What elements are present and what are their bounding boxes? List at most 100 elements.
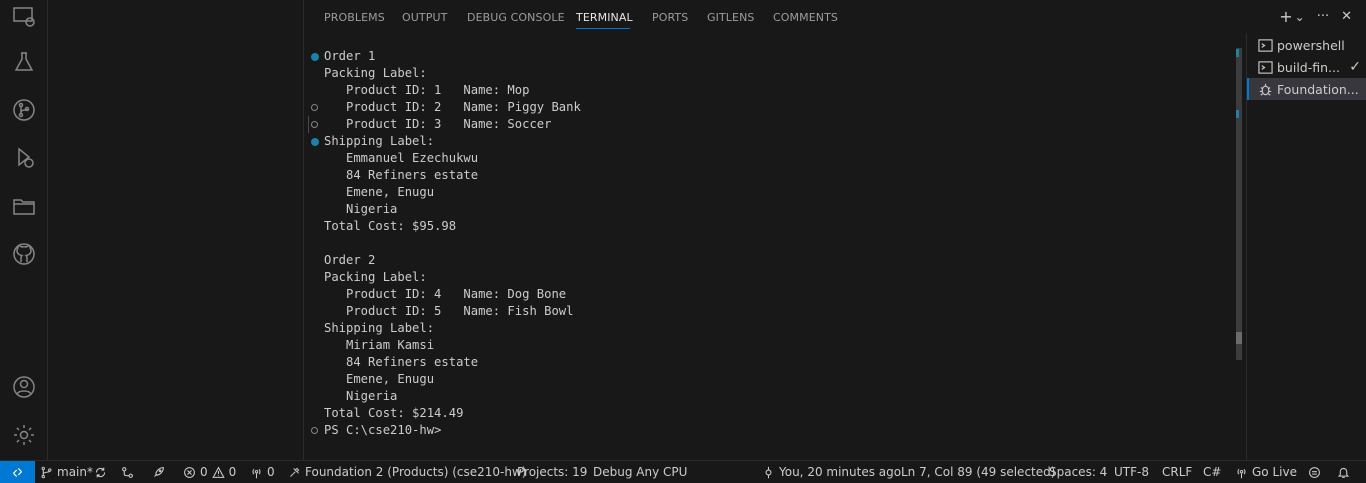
errors-count: 0 xyxy=(200,465,208,479)
broadcast-icon xyxy=(1237,468,1246,479)
go-live-label: Go Live xyxy=(1252,465,1297,479)
new-terminal-icon[interactable]: + xyxy=(1279,8,1292,26)
terminal-line: Miriam Kamsi xyxy=(324,338,435,352)
terminal-line: Emene, Enugu xyxy=(324,372,435,386)
sync-button[interactable] xyxy=(94,464,107,481)
git-blame-status[interactable]: You, 20 minutes ago xyxy=(762,464,901,481)
ports-status[interactable]: 0 xyxy=(250,464,275,481)
git-commit-icon xyxy=(765,466,772,479)
command-success-decoration[interactable] xyxy=(311,138,319,146)
tab-comments[interactable]: COMMENTS xyxy=(773,11,838,24)
project-label: Foundation 2 (Products) (cse210-hw) xyxy=(305,465,527,479)
command-decoration[interactable] xyxy=(311,104,318,111)
settings-gear-icon[interactable] xyxy=(12,423,36,447)
terminal-line: Nigeria xyxy=(324,202,398,216)
scrollbar-marker xyxy=(1236,110,1239,118)
command-success-decoration[interactable] xyxy=(311,53,319,61)
indentation-status[interactable]: Spaces: 4 xyxy=(1049,464,1107,481)
git-graph-icon xyxy=(122,467,133,478)
command-decoration[interactable] xyxy=(311,121,318,128)
activity-bar xyxy=(0,0,48,460)
broadcast-icon xyxy=(252,468,261,479)
eol-status[interactable]: CRLF xyxy=(1162,464,1192,481)
terminal-prompt[interactable]: PS C:\cse210-hw> xyxy=(324,422,441,439)
terminal-tab-label: powershell xyxy=(1277,37,1345,53)
run-debug-icon[interactable] xyxy=(12,146,36,170)
terminal-line: Product ID: 5 Name: Fish Bowl xyxy=(324,304,574,318)
scrollbar-thumb[interactable] xyxy=(1236,332,1242,344)
tab-gitlens[interactable]: GITLENS xyxy=(707,11,754,24)
debug-config[interactable]: Debug Any CPU xyxy=(593,464,687,481)
remote-icon xyxy=(13,467,22,477)
terminal-line: Order 1 xyxy=(324,49,376,63)
problems-status[interactable]: 0 0 xyxy=(183,464,236,481)
terminal-line: Product ID: 3 Name: Soccer xyxy=(324,117,552,131)
terminal-line: Packing Label: xyxy=(324,270,427,284)
source-control-icon[interactable] xyxy=(12,98,36,122)
remote-explorer-icon[interactable] xyxy=(12,4,36,28)
check-icon: ✓ xyxy=(1349,59,1361,75)
git-graph-button[interactable] xyxy=(121,464,134,481)
tab-debug-console[interactable]: DEBUG CONSOLE xyxy=(467,11,565,24)
tab-problems[interactable]: PROBLEMS xyxy=(324,11,385,24)
tab-output[interactable]: OUTPUT xyxy=(402,11,447,24)
panel-tabs: PROBLEMS OUTPUT DEBUG CONSOLE TERMINAL P… xyxy=(304,0,1366,36)
terminal-tab-powershell[interactable]: powershell xyxy=(1247,34,1366,56)
language-mode[interactable]: C# xyxy=(1203,464,1221,481)
terminal-scrollbar[interactable] xyxy=(1236,48,1242,360)
warning-icon xyxy=(211,466,225,478)
ports-count: 0 xyxy=(267,465,275,479)
terminal-tab-foundation[interactable]: Foundation... xyxy=(1247,78,1366,100)
hammer-icon xyxy=(290,467,300,477)
cursor-position[interactable]: Ln 7, Col 89 (49 selected) xyxy=(901,464,1055,481)
terminal-line: Shipping Label: xyxy=(324,134,435,148)
bottom-panel: PROBLEMS OUTPUT DEBUG CONSOLE TERMINAL P… xyxy=(304,0,1366,460)
terminal-line: Product ID: 1 Name: Mop xyxy=(324,83,530,97)
notifications-button[interactable] xyxy=(1337,464,1350,481)
terminal-line: Emene, Enugu xyxy=(324,185,435,199)
chevron-down-icon[interactable]: ⌄ xyxy=(1295,8,1305,26)
terminal-line: Total Cost: $214.49 xyxy=(324,406,464,420)
terminal-line: Nigeria xyxy=(324,389,398,403)
tab-ports[interactable]: PORTS xyxy=(652,11,688,24)
warnings-count: 0 xyxy=(228,465,237,479)
tab-terminal[interactable]: TERMINAL xyxy=(576,11,633,24)
terminal-tab-label: Foundation... xyxy=(1277,81,1359,97)
branch-status[interactable]: main* xyxy=(40,464,93,481)
rocket-button[interactable] xyxy=(152,464,165,481)
copilot-icon xyxy=(1309,467,1320,478)
bell-icon xyxy=(1337,467,1350,478)
blame-label: You, 20 minutes ago xyxy=(779,465,902,479)
copilot-button[interactable] xyxy=(1308,464,1321,481)
branch-label: main* xyxy=(57,465,93,479)
terminal-tab-label: build-fin... xyxy=(1277,59,1340,75)
terminal-line: Product ID: 2 Name: Piggy Bank xyxy=(324,100,581,114)
testing-flask-icon[interactable] xyxy=(12,50,36,74)
prompt-decoration[interactable] xyxy=(311,427,318,434)
terminal-tab-build[interactable]: build-fin... ✓ xyxy=(1247,56,1366,78)
close-icon[interactable]: ✕ xyxy=(1341,8,1352,26)
projects-count[interactable]: Projects: 19 xyxy=(517,464,587,481)
command-decoration-bar xyxy=(308,116,309,133)
scrollbar-marker xyxy=(1236,49,1239,57)
terminal-line: Total Cost: $95.98 xyxy=(324,219,457,233)
status-bar: main* 0 0 0 Foundation 2 (Products) (cse… xyxy=(0,460,1366,483)
remote-indicator-button[interactable] xyxy=(0,461,35,483)
explorer-folder-icon[interactable] xyxy=(12,194,36,218)
encoding-status[interactable]: UTF-8 xyxy=(1114,464,1149,481)
github-icon[interactable] xyxy=(12,242,36,266)
go-live-button[interactable]: Go Live xyxy=(1235,464,1297,481)
terminal-icon xyxy=(1257,37,1273,53)
rocket-icon xyxy=(154,467,164,477)
sync-icon xyxy=(95,467,106,478)
terminal-output[interactable]: Order 1 Packing Label: Product ID: 1 Nam… xyxy=(304,48,1234,448)
terminal-tabs-list: powershell build-fin... ✓ Foundation... xyxy=(1246,33,1366,460)
project-status[interactable]: Foundation 2 (Products) (cse210-hw) xyxy=(288,464,527,481)
terminal-line: Emmanuel Ezechukwu xyxy=(324,151,479,165)
terminal-line: Order 2 xyxy=(324,253,376,267)
debug-icon xyxy=(1257,81,1273,97)
git-branch-icon xyxy=(41,466,52,479)
account-icon[interactable] xyxy=(12,375,36,399)
terminal-line: 84 Refiners estate xyxy=(324,355,479,369)
more-actions-icon[interactable]: ··· xyxy=(1317,8,1329,26)
